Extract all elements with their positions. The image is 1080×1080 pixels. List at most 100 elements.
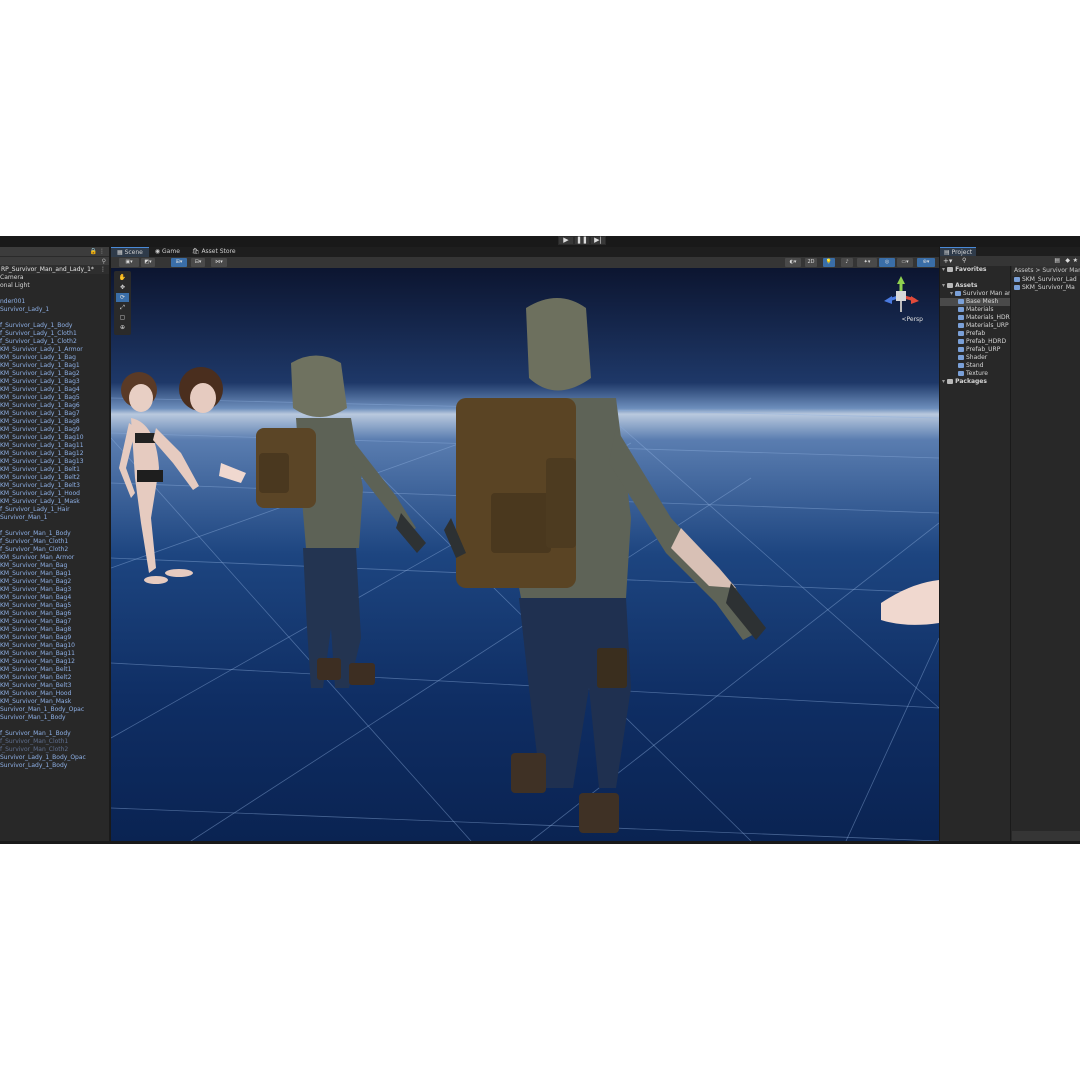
project-tree-item[interactable]: Materials_URP (940, 322, 1010, 330)
hierarchy-row[interactable]: f_Survivor_Lady_1_Body (0, 322, 109, 330)
asset-item[interactable]: SKM_Survivor_Lad (1012, 276, 1080, 284)
hierarchy-row[interactable]: KM_Survivor_Lady_1_Belt1 (0, 466, 109, 474)
hierarchy-row[interactable]: f_Survivor_Lady_1_Cloth1 (0, 330, 109, 338)
hierarchy-row[interactable]: f_Survivor_Lady_1_Hair (0, 506, 109, 514)
hierarchy-row[interactable]: f_Survivor_Man_Cloth1 (0, 738, 109, 746)
hierarchy-row[interactable]: KM_Survivor_Lady_1_Hood (0, 490, 109, 498)
project-tree-item[interactable]: Prefab_URP (940, 346, 1010, 354)
hierarchy-row[interactable]: KM_Survivor_Lady_1_Bag4 (0, 386, 109, 394)
hierarchy-row[interactable]: Survivor_Lady_1 (0, 306, 109, 314)
project-tree-item[interactable]: Prefab_HDRD (940, 338, 1010, 346)
hierarchy-row[interactable]: KM_Survivor_Man_Bag11 (0, 650, 109, 658)
hierarchy-row[interactable]: KM_Survivor_Man_Bag7 (0, 618, 109, 626)
scene-more-icon[interactable]: ⋮ (100, 265, 106, 274)
grid-snap-toggle[interactable]: ⊞▾ (171, 258, 187, 267)
hierarchy-row[interactable]: KM_Survivor_Lady_1_Armor (0, 346, 109, 354)
hierarchy-row[interactable]: f_Survivor_Man_Cloth2 (0, 746, 109, 754)
hierarchy-row[interactable]: KM_Survivor_Man_Bag (0, 562, 109, 570)
hierarchy-row[interactable]: onal Light (0, 282, 109, 290)
gizmos-dropdown[interactable]: ⊛▾ (917, 258, 935, 267)
hierarchy-row[interactable]: KM_Survivor_Man_Bag12 (0, 658, 109, 666)
lighting-toggle[interactable]: 💡 (823, 258, 835, 267)
filter-icon[interactable]: ▤ (1054, 256, 1060, 266)
hierarchy-row[interactable]: KM_Survivor_Man_Bag3 (0, 586, 109, 594)
asset-item[interactable]: SKM_Survivor_Ma (1012, 284, 1080, 292)
hierarchy-row[interactable]: KM_Survivor_Man_Bag2 (0, 578, 109, 586)
breadcrumb[interactable]: Assets > Survivor Man (1012, 266, 1080, 276)
hierarchy-row[interactable]: KM_Survivor_Lady_1_Bag13 (0, 458, 109, 466)
hierarchy-row[interactable]: f_Survivor_Lady_1_Cloth2 (0, 338, 109, 346)
hand-tool-icon[interactable]: ✋ (116, 273, 129, 282)
hierarchy-row[interactable]: KM_Survivor_Man_Mask (0, 698, 109, 706)
hierarchy-row[interactable]: KM_Survivor_Man_Bag9 (0, 634, 109, 642)
hierarchy-row[interactable]: nder001 (0, 298, 109, 306)
hierarchy-row[interactable]: KM_Survivor_Man_Bag1 (0, 570, 109, 578)
create-button[interactable]: +▾ (943, 256, 952, 266)
play-button[interactable]: ▶ (558, 236, 574, 245)
project-tree-item[interactable]: Materials (940, 306, 1010, 314)
hierarchy-row[interactable]: f_Survivor_Man_1_Body (0, 530, 109, 538)
rect-tool-icon[interactable]: ▢ (116, 313, 129, 322)
orientation-dropdown[interactable]: ◐▾ (785, 258, 801, 267)
scale-tool-icon[interactable]: ⤢ (116, 303, 129, 312)
search-icon[interactable]: ⚲ (962, 256, 966, 266)
project-tree-item[interactable]: Materials_HDR (940, 314, 1010, 322)
tab-scene[interactable]: ▦ Scene (111, 247, 149, 257)
scene-root-row[interactable]: RP_Survivor_Man_and_Lady_1* ⋮ (0, 265, 109, 274)
2d-toggle[interactable]: 2D (805, 258, 817, 267)
project-tree-item[interactable]: Base Mesh (940, 298, 1010, 306)
hierarchy-row[interactable]: Survivor_Lady_1_Body_Opac (0, 754, 109, 762)
hierarchy-row[interactable]: KM_Survivor_Lady_1_Bag6 (0, 402, 109, 410)
hierarchy-row[interactable]: KM_Survivor_Man_Bag8 (0, 626, 109, 634)
hierarchy-row[interactable]: KM_Survivor_Lady_1_Bag10 (0, 434, 109, 442)
hierarchy-row[interactable]: KM_Survivor_Man_Bag5 (0, 602, 109, 610)
hierarchy-row[interactable]: KM_Survivor_Man_Belt2 (0, 674, 109, 682)
snap-increment-button[interactable]: ⊟▾ (191, 258, 205, 267)
hierarchy-row[interactable]: KM_Survivor_Man_Bag6 (0, 610, 109, 618)
pause-button[interactable]: ❚❚ (574, 236, 590, 245)
draw-mode-dropdown[interactable]: ▣▾ (119, 258, 139, 267)
transform-tool-icon[interactable]: ⊕ (116, 323, 129, 332)
project-tree-item[interactable]: ▾ Packages (940, 378, 1010, 386)
hierarchy-row[interactable]: f_Survivor_Man_1_Body (0, 730, 109, 738)
increment-snap-button[interactable]: ⋈▾ (211, 258, 227, 267)
hierarchy-row[interactable]: KM_Survivor_Lady_1_Bag12 (0, 450, 109, 458)
project-tree-item[interactable]: Prefab (940, 330, 1010, 338)
more-menu-icon[interactable]: ⋮ (99, 247, 105, 256)
hierarchy-row[interactable]: KM_Survivor_Lady_1_Bag5 (0, 394, 109, 402)
effects-dropdown[interactable]: ✦▾ (857, 258, 877, 267)
hierarchy-row[interactable]: Survivor_Man_1_Body (0, 714, 109, 722)
hierarchy-row[interactable]: Camera (0, 274, 109, 282)
shading-dropdown[interactable]: ◩▾ (141, 258, 155, 267)
hierarchy-row[interactable]: KM_Survivor_Lady_1_Bag11 (0, 442, 109, 450)
hierarchy-row[interactable]: KM_Survivor_Man_Bag10 (0, 642, 109, 650)
hierarchy-row[interactable]: KM_Survivor_Lady_1_Bag8 (0, 418, 109, 426)
tab-asset-store[interactable]: 🛍 Asset Store (186, 247, 242, 257)
tab-game[interactable]: ◉ Game (149, 247, 186, 257)
project-tree-item[interactable]: ▾ Favorites (940, 266, 1010, 274)
scene-viewport[interactable]: ✋ ✥ ⟳ ⤢ ▢ ⊕ <Persp (111, 268, 939, 841)
hierarchy-row[interactable]: KM_Survivor_Lady_1_Bag7 (0, 410, 109, 418)
star-icon[interactable]: ★ (1073, 256, 1078, 266)
audio-toggle[interactable]: ♪ (841, 258, 853, 267)
project-tree-item[interactable]: ▾ Assets (940, 282, 1010, 290)
label-icon[interactable]: ◆ (1065, 256, 1070, 266)
scene-visibility-toggle[interactable]: ◎ (879, 258, 895, 267)
hierarchy-row[interactable]: f_Survivor_Man_Cloth2 (0, 546, 109, 554)
rotate-tool-icon[interactable]: ⟳ (116, 293, 129, 302)
hierarchy-row[interactable]: KM_Survivor_Lady_1_Bag9 (0, 426, 109, 434)
hierarchy-row[interactable]: KM_Survivor_Lady_1_Bag1 (0, 362, 109, 370)
hierarchy-search-bar[interactable]: ⚲ (0, 256, 109, 265)
hierarchy-row[interactable]: KM_Survivor_Lady_1_Mask (0, 498, 109, 506)
hierarchy-row[interactable]: KM_Survivor_Man_Belt3 (0, 682, 109, 690)
hierarchy-row[interactable]: KM_Survivor_Man_Belt1 (0, 666, 109, 674)
project-tree-item[interactable]: Stand (940, 362, 1010, 370)
camera-settings-dropdown[interactable]: ▭▾ (897, 258, 913, 267)
hierarchy-row[interactable]: KM_Survivor_Lady_1_Bag3 (0, 378, 109, 386)
projection-label[interactable]: <Persp (901, 316, 923, 323)
hierarchy-row[interactable]: Survivor_Man_1_Body_Opac (0, 706, 109, 714)
hierarchy-row[interactable]: KM_Survivor_Lady_1_Bag2 (0, 370, 109, 378)
hierarchy-row[interactable]: KM_Survivor_Man_Hood (0, 690, 109, 698)
move-tool-icon[interactable]: ✥ (116, 283, 129, 292)
hierarchy-row[interactable]: KM_Survivor_Lady_1_Belt2 (0, 474, 109, 482)
